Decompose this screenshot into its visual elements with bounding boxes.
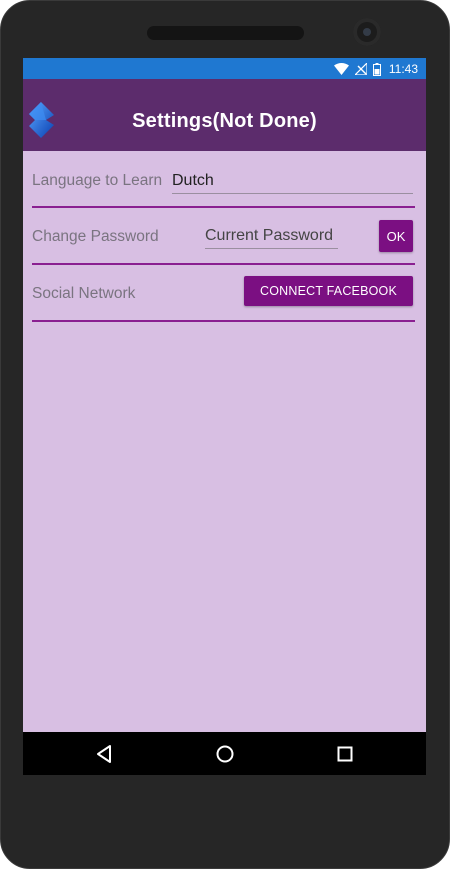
phone-frame: 11:43 Settings(Not Done) Language to Lea… [0,0,450,869]
home-icon [216,745,234,763]
current-password-input[interactable]: Current Password [205,227,338,249]
speaker-grille [147,26,304,40]
settings-list: Language to Learn Dutch Change Password … [23,151,426,322]
password-row: Change Password Current Password OK [32,208,415,265]
battery-icon [372,62,381,76]
status-time: 11:43 [388,62,418,76]
status-icons: 11:43 [333,61,418,77]
screen: 11:43 Settings(Not Done) Language to Lea… [23,58,426,775]
password-label: Change Password [32,228,159,245]
wifi-icon [333,63,349,75]
status-bar: 11:43 [23,58,426,79]
recents-icon [337,746,353,762]
language-row: Language to Learn Dutch [32,151,415,208]
social-row: Social Network CONNECT FACEBOOK [32,265,415,322]
page-title: Settings(Not Done) [132,110,317,132]
no-signal-icon [354,63,367,75]
nav-back-button[interactable] [92,742,116,766]
app-bar: Settings(Not Done) [23,79,426,151]
language-field[interactable]: Dutch [172,172,413,194]
back-icon [97,745,111,763]
ok-button[interactable]: OK [379,220,413,252]
language-label: Language to Learn [32,172,163,189]
front-camera [353,18,381,46]
nav-home-button[interactable] [213,742,237,766]
connect-facebook-button[interactable]: CONNECT FACEBOOK [244,276,413,306]
social-label: Social Network [32,285,136,302]
navigation-bar [23,732,426,775]
nav-recents-button[interactable] [333,742,357,766]
